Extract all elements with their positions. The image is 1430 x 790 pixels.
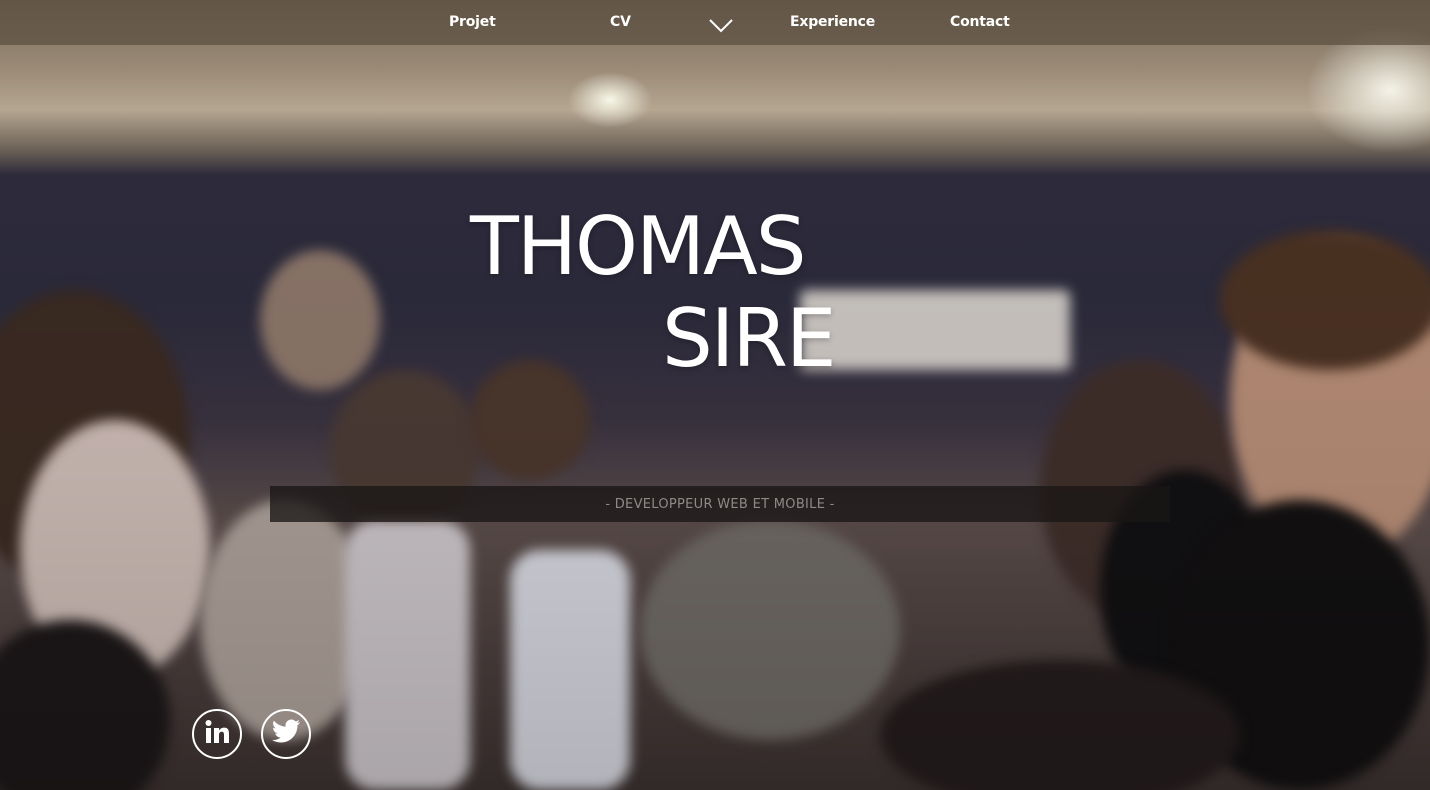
hero-last-name: SIRE <box>662 292 837 385</box>
nav-link-cv[interactable]: CV <box>610 14 631 30</box>
nav-link-contact[interactable]: Contact <box>950 14 1010 30</box>
linkedin-button[interactable] <box>192 709 242 759</box>
tagline-bar: - DEVELOPPEUR WEB ET MOBILE - <box>270 486 1170 522</box>
hero-first-name: THOMAS <box>470 200 807 293</box>
chevron-down-icon[interactable] <box>707 14 735 34</box>
linkedin-icon <box>204 719 230 749</box>
nav-link-projet[interactable]: Projet <box>449 14 496 30</box>
twitter-button[interactable] <box>261 709 311 759</box>
tagline-text: - DEVELOPPEUR WEB ET MOBILE - <box>605 496 835 512</box>
top-navigation: Projet CV Experience Contact <box>0 0 1430 45</box>
nav-link-experience[interactable]: Experience <box>790 14 875 30</box>
twitter-icon <box>271 719 301 749</box>
hero-overlay <box>0 0 1430 790</box>
